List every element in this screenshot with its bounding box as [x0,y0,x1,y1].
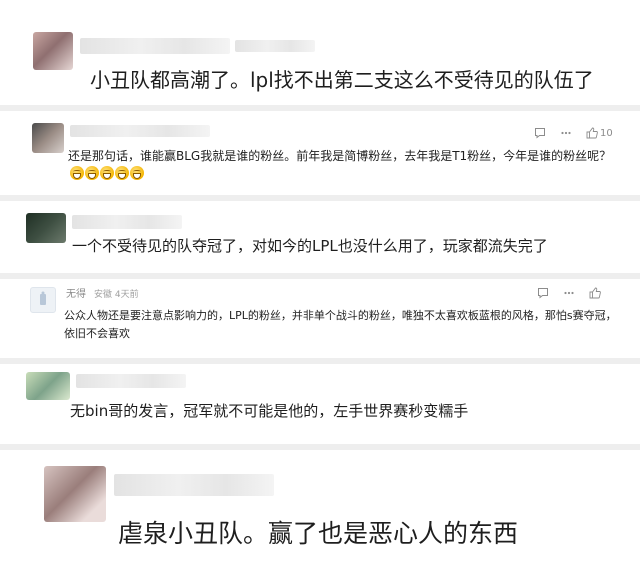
avatar[interactable] [30,287,56,313]
comment-text-content: 还是那句话，谁能赢BLG我就是谁的粉丝。前年我是简博粉丝，去年我是T1粉丝，今年… [68,149,612,163]
avatar[interactable] [32,123,64,153]
comment-text: 还是那句话，谁能赢BLG我就是谁的粉丝。前年我是简博粉丝，去年我是T1粉丝，今年… [68,147,628,183]
blurred-username [70,125,210,137]
blurred-username [72,215,182,229]
comment-icon[interactable] [537,287,549,299]
blurred-username [114,474,274,496]
comment-icon[interactable] [534,127,546,139]
comment-text: 一个不受待见的队夺冠了，对如今的LPL也没什么用了，玩家都流失完了 [72,237,548,255]
share-icon[interactable] [563,287,575,299]
grinning-face-emoji [115,166,129,180]
emoji-row [70,166,145,181]
comment-2: 10 还是那句话，谁能赢BLG我就是谁的粉丝。前年我是简博粉丝，去年我是T1粉丝… [0,111,640,195]
like-icon [586,127,598,139]
comment-text: 无bin哥的发言，冠军就不可能是他的，左手世界赛秒变糯手 [70,402,469,420]
comment-actions: 10 [534,127,613,139]
like-count: 10 [600,127,613,139]
comment-text: 小丑队都高潮了。lpl找不出第二支这么不受待见的队伍了 [90,68,594,92]
comment-text: 公众人物还是要注意点影响力的，LPL的粉丝，并非单个战斗的粉丝，唯独不太喜欢板蓝… [64,309,617,340]
grinning-face-emoji [130,166,144,180]
comment-6: 虐泉小丑队。赢了也是恶心人的东西 [0,450,640,573]
grinning-face-emoji [100,166,114,180]
comment-meta: 安徽 4天前 [94,290,139,300]
grinning-face-emoji [85,166,99,180]
username[interactable]: 无得 [66,285,86,300]
blurred-meta [235,40,315,52]
avatar[interactable] [26,372,70,400]
avatar[interactable] [44,466,106,522]
comment-5: 无bin哥的发言，冠军就不可能是他的，左手世界赛秒变糯手 [0,364,640,444]
avatar[interactable] [33,32,73,70]
comment-text: 虐泉小丑队。赢了也是恶心人的东西 [118,519,519,548]
comment-4: 无得 安徽 4天前 公众人物还是要注意点影响力的，LPL的粉丝，并非单个战斗的粉… [0,279,640,358]
comment-3: 一个不受待见的队夺冠了，对如今的LPL也没什么用了，玩家都流失完了 [0,201,640,273]
avatar[interactable] [26,213,66,243]
default-avatar-icon [40,291,46,305]
comment-1: 小丑队都高潮了。lpl找不出第二支这么不受待见的队伍了 [0,0,640,105]
like-button[interactable]: 10 [586,127,613,139]
comment-actions [537,287,601,299]
like-icon[interactable] [589,287,601,299]
grinning-face-emoji [70,166,84,180]
share-icon[interactable] [560,127,572,139]
blurred-username [80,38,230,54]
blurred-username [76,374,186,388]
